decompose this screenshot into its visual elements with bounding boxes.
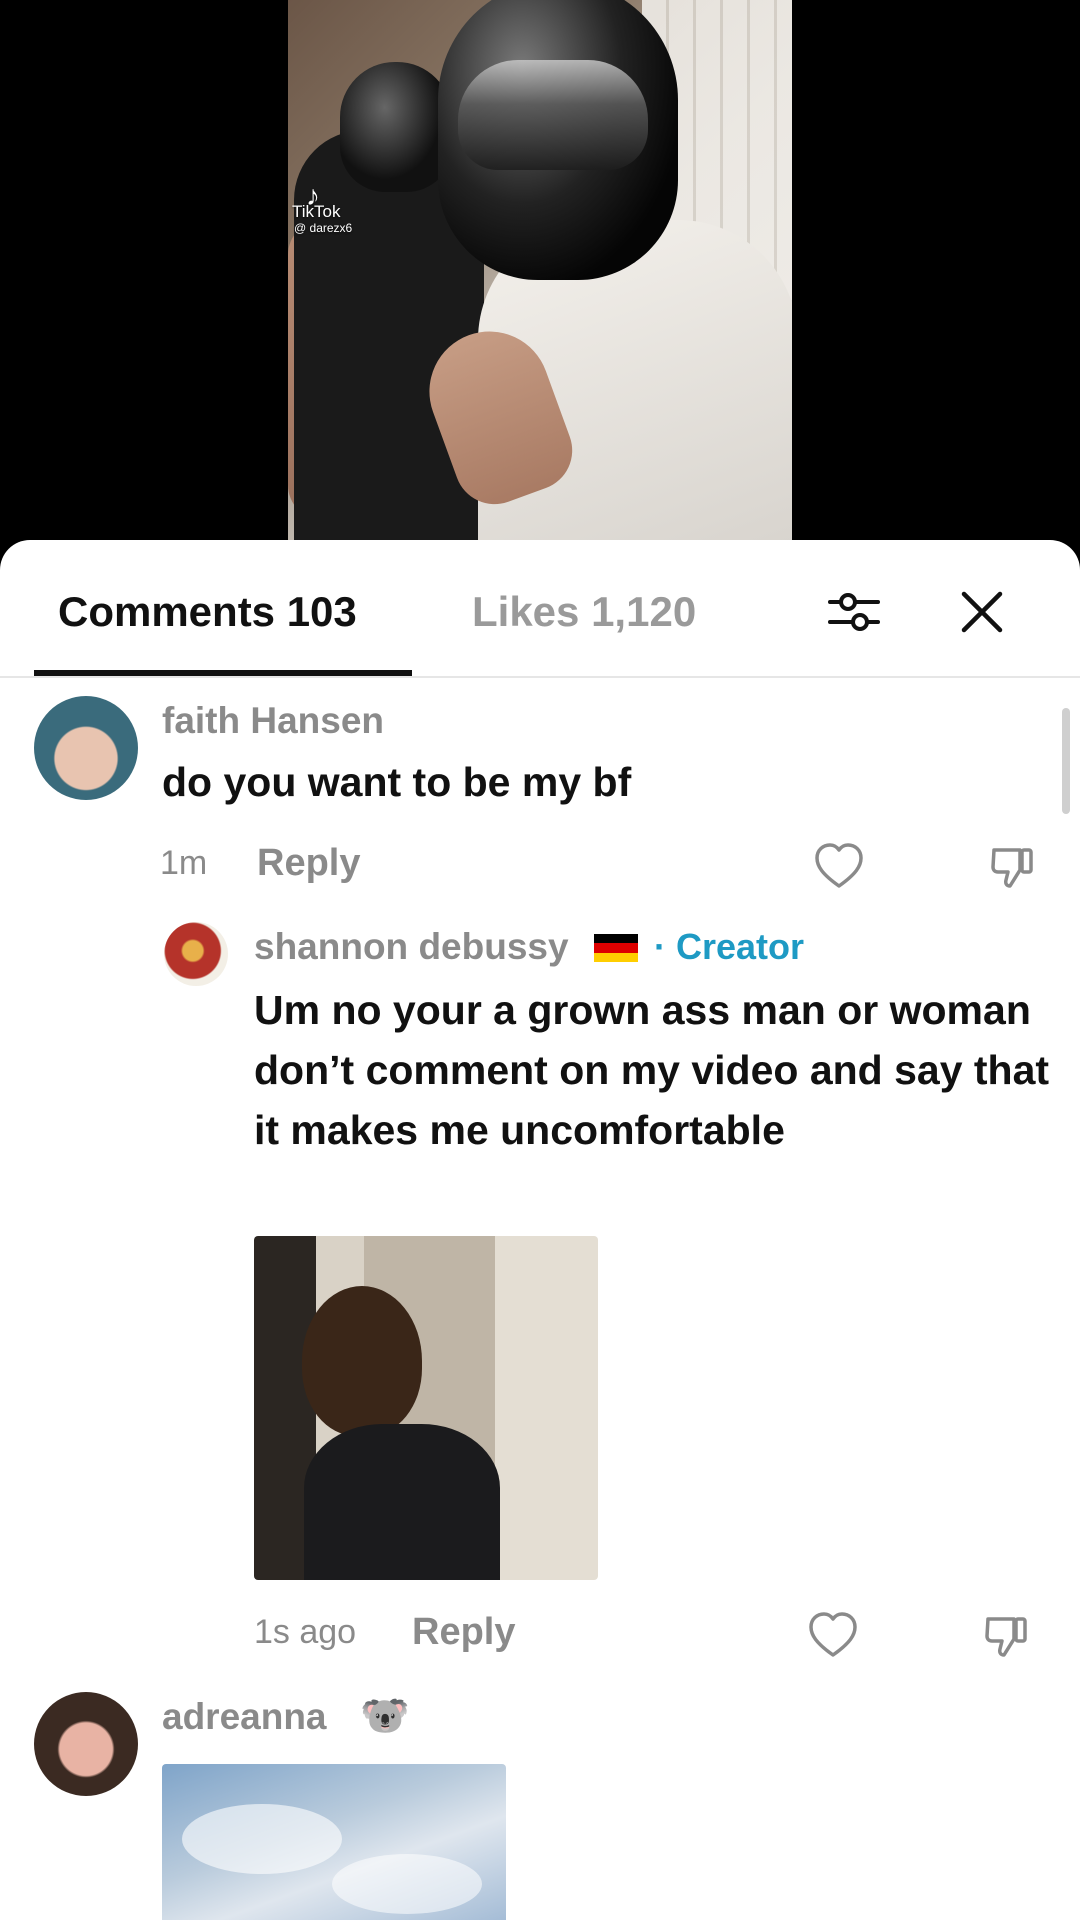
comment-time: 1s ago	[254, 1613, 357, 1651]
comment-username[interactable]: adreanna	[162, 1696, 327, 1738]
comments-sheet: Comments 103 Likes 1,120 faith Hansen do…	[0, 540, 1080, 1920]
heart-icon[interactable]	[806, 1609, 860, 1663]
comment-image[interactable]	[162, 1764, 506, 1920]
video-player[interactable]: ♪ TikTok @ darezx6	[288, 0, 792, 560]
image-cloud	[332, 1854, 482, 1914]
comment-text: Um no your a grown ass man or woman don’…	[254, 987, 1050, 1153]
comment-image[interactable]	[254, 1236, 598, 1580]
video-helmet-visor	[458, 60, 648, 170]
image-cloud	[182, 1804, 342, 1874]
comment-text: do you want to be my bf	[162, 759, 632, 805]
avatar[interactable]	[34, 1692, 138, 1796]
koala-emoji-icon: 🐨	[360, 1694, 410, 1738]
active-tab-indicator	[34, 670, 412, 676]
video-helmet-back	[340, 62, 452, 192]
germany-flag-icon	[594, 934, 638, 962]
dislike-icon[interactable]	[986, 840, 1040, 894]
heart-icon[interactable]	[812, 840, 866, 894]
image-figure	[302, 1286, 422, 1436]
comment-username[interactable]: shannon debussy	[254, 926, 569, 968]
tab-bar: Comments 103 Likes 1,120	[0, 540, 1080, 678]
tiktok-handle-text: @ darezx6	[294, 221, 353, 235]
tiktok-watermark: ♪ TikTok @ darezx6	[292, 182, 353, 236]
image-figure-body	[304, 1424, 500, 1580]
comment-time: 1m	[160, 844, 208, 882]
reply-button[interactable]: Reply	[257, 842, 360, 885]
avatar[interactable]	[34, 696, 138, 800]
creator-badge: · Creator	[654, 926, 805, 967]
creator-avatar[interactable]	[164, 922, 228, 986]
comment-username[interactable]: faith Hansen	[162, 700, 384, 742]
reply-button[interactable]: Reply	[412, 1611, 515, 1654]
close-icon[interactable]	[952, 582, 1012, 642]
sliders-icon[interactable]	[824, 582, 884, 642]
tab-likes[interactable]: Likes 1,120	[472, 588, 696, 636]
tab-comments[interactable]: Comments 103	[58, 588, 357, 636]
dislike-icon[interactable]	[980, 1609, 1034, 1663]
scrollbar[interactable]	[1062, 708, 1070, 814]
tiktok-brand-text: TikTok	[292, 202, 341, 221]
